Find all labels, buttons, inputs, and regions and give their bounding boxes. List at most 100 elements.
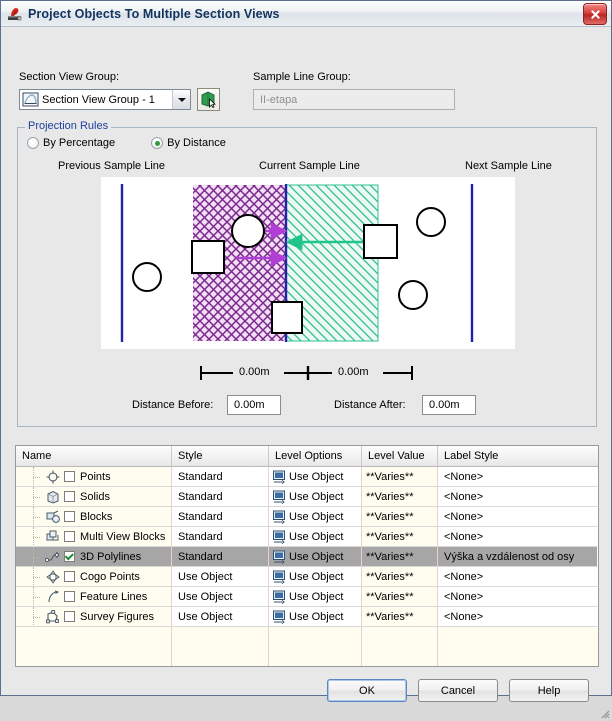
row-checkbox[interactable] bbox=[64, 511, 75, 522]
cell-name[interactable]: Points bbox=[16, 467, 172, 487]
table-row[interactable]: 3D Polylines Standard Use Object **Varies**… bbox=[16, 547, 598, 567]
column-header-level-options[interactable]: Level Options bbox=[269, 446, 362, 466]
cell-level-value[interactable]: **Varies** bbox=[362, 607, 438, 627]
cell-level-options[interactable]: Use Object bbox=[269, 607, 362, 627]
radio-circle-icon bbox=[27, 137, 39, 149]
empty-cell bbox=[438, 627, 597, 666]
distance-before-input[interactable]: 0.00m bbox=[227, 395, 281, 415]
autocad-civil-app-icon bbox=[7, 6, 23, 22]
distance-after-value: 0.00m bbox=[429, 399, 460, 411]
cell-style[interactable]: Use Object bbox=[172, 587, 269, 607]
row-name-label: Solids bbox=[80, 490, 110, 503]
solids-icon bbox=[45, 489, 61, 505]
section-view-group-value: Section View Group - 1 bbox=[42, 93, 155, 106]
row-checkbox[interactable] bbox=[64, 591, 75, 602]
table-row[interactable]: Points Standard Use Object **Varies** <None> bbox=[16, 467, 598, 487]
section-view-group-dropdown[interactable]: Section View Group - 1 bbox=[19, 89, 191, 110]
table-body: Points Standard Use Object **Varies** <None>… bbox=[16, 467, 598, 666]
cell-level-value[interactable]: **Varies** bbox=[362, 567, 438, 587]
label-next-sample-line: Next Sample Line bbox=[465, 160, 552, 172]
cell-name[interactable]: Survey Figures bbox=[16, 607, 172, 627]
column-header-style[interactable]: Style bbox=[172, 446, 269, 466]
table-row[interactable]: Cogo Points Use Object Use Object **Varies*… bbox=[16, 567, 598, 587]
multi-view-blocks-icon bbox=[45, 529, 61, 545]
cell-style[interactable]: Use Object bbox=[172, 607, 269, 627]
cell-level-options[interactable]: Use Object bbox=[269, 507, 362, 527]
pick-in-drawing-icon[interactable] bbox=[197, 88, 220, 111]
distance-row: Distance Before: 0.00m Distance After: 0… bbox=[1, 395, 612, 419]
level-options-icon bbox=[272, 550, 289, 564]
column-header-level-value[interactable]: Level Value bbox=[362, 446, 438, 466]
tree-line bbox=[32, 567, 45, 586]
cell-level-value[interactable]: **Varies** bbox=[362, 547, 438, 567]
cell-level-options[interactable]: Use Object bbox=[269, 547, 362, 567]
column-header-name[interactable]: Name bbox=[16, 446, 172, 466]
row-checkbox[interactable] bbox=[64, 571, 75, 582]
cell-style[interactable]: Standard bbox=[172, 487, 269, 507]
table-row[interactable]: Survey Figures Use Object Use Object **Vari… bbox=[16, 607, 598, 627]
cell-level-options[interactable]: Use Object bbox=[269, 587, 362, 607]
cell-label-style[interactable]: <None> bbox=[438, 567, 597, 587]
sample-line-group-label: Sample Line Group: bbox=[253, 71, 351, 83]
distance-before-label: Distance Before: bbox=[132, 399, 214, 411]
row-checkbox[interactable] bbox=[64, 611, 75, 622]
row-checkbox[interactable] bbox=[64, 531, 75, 542]
cell-name[interactable]: Cogo Points bbox=[16, 567, 172, 587]
cell-style[interactable]: Standard bbox=[172, 507, 269, 527]
cell-level-options[interactable]: Use Object bbox=[269, 567, 362, 587]
cell-level-value[interactable]: **Varies** bbox=[362, 487, 438, 507]
cell-name[interactable]: Feature Lines bbox=[16, 587, 172, 607]
level-options-icon bbox=[272, 570, 289, 584]
cell-label-style[interactable]: <None> bbox=[438, 587, 597, 607]
cell-name[interactable]: Blocks bbox=[16, 507, 172, 527]
row-name-label: Multi View Blocks bbox=[80, 530, 166, 543]
cell-style[interactable]: Use Object bbox=[172, 567, 269, 587]
cell-level-value[interactable]: **Varies** bbox=[362, 587, 438, 607]
cell-name[interactable]: 3D Polylines bbox=[16, 547, 172, 567]
empty-cell bbox=[362, 627, 438, 666]
cell-style[interactable]: Standard bbox=[172, 547, 269, 567]
projection-rules-title: Projection Rules bbox=[25, 120, 112, 132]
cell-label-style[interactable]: <None> bbox=[438, 467, 597, 487]
close-icon[interactable] bbox=[583, 3, 607, 25]
table-row[interactable]: Feature Lines Use Object Use Object **Varie… bbox=[16, 587, 598, 607]
cell-level-value[interactable]: **Varies** bbox=[362, 527, 438, 547]
points-icon bbox=[45, 469, 61, 485]
table-row[interactable]: Blocks Standard Use Object **Varies** <None> bbox=[16, 507, 598, 527]
empty-cell bbox=[269, 627, 362, 666]
tree-line bbox=[32, 507, 45, 526]
row-checkbox[interactable] bbox=[64, 551, 75, 562]
cell-style[interactable]: Standard bbox=[172, 467, 269, 487]
column-header-label-style[interactable]: Label Style bbox=[438, 446, 597, 466]
level-options-icon bbox=[272, 490, 289, 504]
distance-before-value: 0.00m bbox=[234, 399, 265, 411]
chevron-down-icon[interactable] bbox=[172, 90, 190, 109]
radio-by-percentage[interactable]: By Percentage bbox=[27, 137, 115, 149]
table-row[interactable]: Multi View Blocks Standard Use Object **Var… bbox=[16, 527, 598, 547]
level-options-label: Use Object bbox=[289, 470, 344, 483]
distance-after-input[interactable]: 0.00m bbox=[422, 395, 476, 415]
cell-label-style[interactable]: <None> bbox=[438, 527, 597, 547]
dimension-after-value: 0.00m bbox=[338, 366, 369, 378]
cell-style[interactable]: Standard bbox=[172, 527, 269, 547]
cell-level-value[interactable]: **Varies** bbox=[362, 507, 438, 527]
radio-by-distance[interactable]: By Distance bbox=[151, 137, 226, 149]
dialog-window: Project Objects To Multiple Section View… bbox=[0, 0, 612, 719]
cell-level-options[interactable]: Use Object bbox=[269, 487, 362, 507]
table-row[interactable]: Solids Standard Use Object **Varies** <None> bbox=[16, 487, 598, 507]
cell-label-style[interactable]: Výška a vzdálenost od osy bbox=[438, 547, 597, 567]
help-button[interactable]: Help bbox=[509, 679, 589, 702]
cell-label-style[interactable]: <None> bbox=[438, 507, 597, 527]
cell-level-options[interactable]: Use Object bbox=[269, 467, 362, 487]
row-checkbox[interactable] bbox=[64, 491, 75, 502]
cell-name[interactable]: Multi View Blocks bbox=[16, 527, 172, 547]
ok-button[interactable]: OK bbox=[327, 679, 407, 702]
cell-label-style[interactable]: <None> bbox=[438, 487, 597, 507]
cell-level-value[interactable]: **Varies** bbox=[362, 467, 438, 487]
cancel-button[interactable]: Cancel bbox=[418, 679, 498, 702]
cell-label-style[interactable]: <None> bbox=[438, 607, 597, 627]
resize-grip[interactable] bbox=[598, 707, 610, 719]
cell-name[interactable]: Solids bbox=[16, 487, 172, 507]
cell-level-options[interactable]: Use Object bbox=[269, 527, 362, 547]
row-checkbox[interactable] bbox=[64, 471, 75, 482]
